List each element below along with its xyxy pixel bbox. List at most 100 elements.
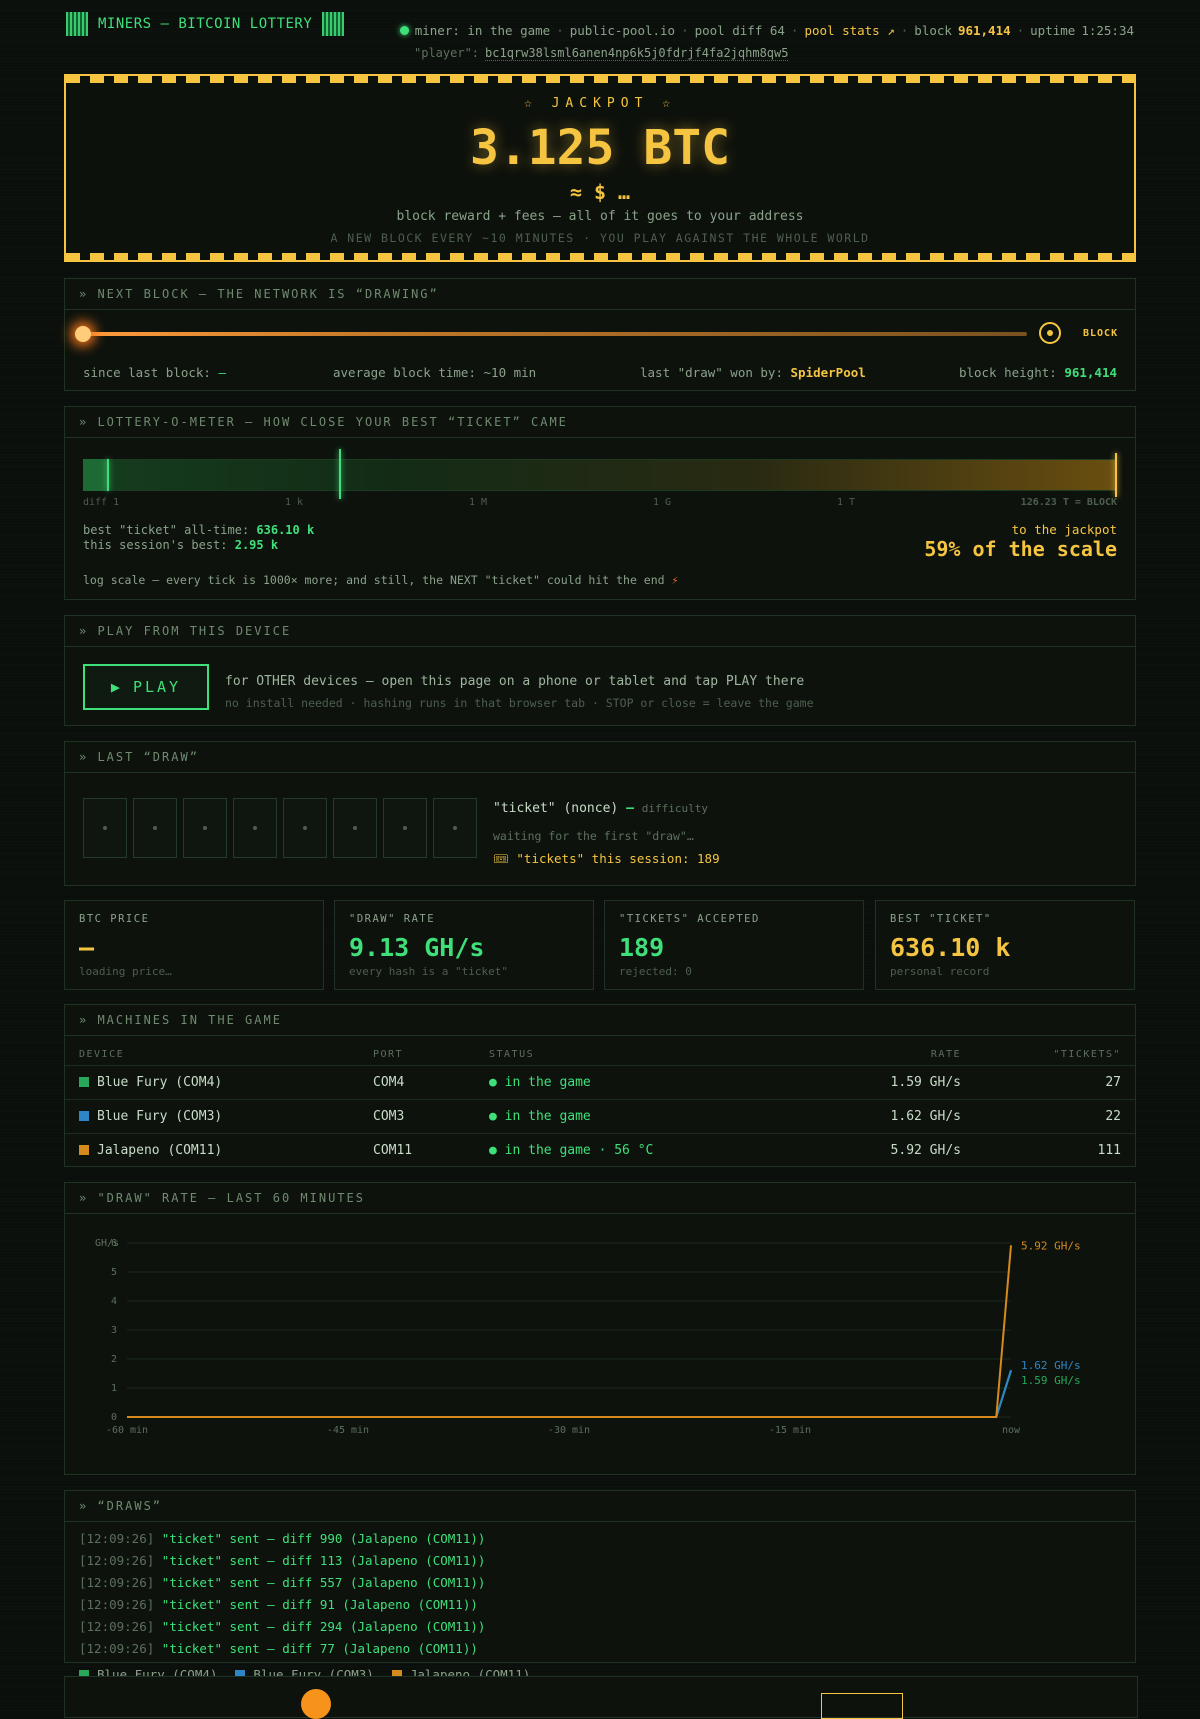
draws-log-panel: » “DRAWS” [12:09:26] "ticket" sent — dif…: [64, 1490, 1136, 1663]
log-timestamp: [12:09:26]: [79, 1553, 155, 1568]
ticket-icon: 🎟: [493, 851, 509, 866]
table-row[interactable]: Jalapeno (COM11) COM11 ● in the game · 5…: [65, 1133, 1135, 1168]
log-entry: [12:09:26] "ticket" sent — diff 294 (Jal…: [79, 1619, 485, 1634]
logo-text: MINERS — BITCOIN LOTTERY: [98, 16, 313, 32]
device-tickets: 27: [1105, 1075, 1121, 1090]
log-entry: [12:09:26] "ticket" sent — diff 990 (Jal…: [79, 1531, 485, 1546]
col-rate: RATE: [930, 1049, 961, 1060]
log-timestamp: [12:09:26]: [79, 1619, 155, 1634]
col-tickets: "TICKETS": [1053, 1049, 1121, 1060]
log-message: "ticket" sent — diff 990 (Jalapeno (COM1…: [161, 1531, 486, 1546]
block-target-label: BLOCK: [1083, 328, 1119, 339]
device-rate: 1.62 GH/s: [890, 1109, 961, 1124]
meter-end-label: 126.23 T = BLOCK: [1020, 497, 1117, 508]
device-rate: 5.92 GH/s: [890, 1143, 961, 1158]
meter-tick: 1 T: [837, 497, 856, 508]
nonce-line: "ticket" (nonce) — difficulty: [493, 801, 708, 816]
y-axis-label: GH/s: [95, 1238, 119, 1249]
pixel-block-icon: [322, 12, 345, 36]
panel-title: » NEXT BLOCK — THE NETWORK IS “DRAWING”: [65, 279, 1135, 310]
progress-track: [83, 332, 1027, 336]
play-button[interactable]: ▶ PLAY: [83, 664, 209, 710]
nonce-cell: [283, 798, 327, 858]
miner-status: miner: in the game: [414, 23, 551, 38]
log-timestamp: [12:09:26]: [79, 1531, 155, 1546]
log-message: "ticket" sent — diff 113 (Jalapeno (COM1…: [161, 1553, 486, 1568]
log-message: "ticket" sent — diff 294 (Jalapeno (COM1…: [161, 1619, 486, 1634]
color-swatch: [79, 1145, 89, 1155]
hazard-stripe: [66, 253, 1134, 260]
device-tickets: 111: [1097, 1143, 1121, 1158]
y-tick-label: 2: [111, 1354, 117, 1365]
best-ticket-marker: [339, 449, 341, 499]
draw-rate-chart: 0123456GH/s-60 min -45 min -30 min -15 min n…: [95, 1238, 1081, 1436]
meter-note: log scale — every tick is 1000× more; an…: [83, 573, 679, 587]
log-entry: [12:09:26] "ticket" sent — diff 91 (Jala…: [79, 1597, 478, 1612]
block-label: block: [914, 23, 952, 38]
x-tick-label: now: [1002, 1425, 1021, 1436]
series-end-label: 5.92 GH/s: [1021, 1239, 1081, 1252]
device-name: Blue Fury (COM4): [79, 1075, 222, 1090]
meter-tick: 1 k: [285, 497, 304, 508]
block-target-icon: [1039, 322, 1061, 344]
meter-start-fill: [83, 459, 107, 491]
x-tick-label: -15 min: [769, 1425, 811, 1436]
play-icon: ▶: [110, 678, 123, 696]
meter-tick: 1 G: [653, 497, 672, 508]
log-message: "ticket" sent — diff 557 (Jalapeno (COM1…: [161, 1575, 486, 1590]
stat-card-btc-price: BTC PRICE — loading price…: [64, 900, 324, 990]
online-dot-icon: [399, 26, 409, 35]
logo: MINERS — BITCOIN LOTTERY: [66, 12, 345, 36]
next-panel: [64, 1676, 1138, 1719]
nonce-cell: [433, 798, 477, 858]
table-row[interactable]: Blue Fury (COM4) COM4 ● in the game 1.59…: [65, 1065, 1135, 1100]
nonce-cell: [83, 798, 127, 858]
player-address[interactable]: bc1qrw38lsml6anen4np6k5j0fdrjf4fa2jqhm8q…: [485, 46, 789, 61]
series-line: [127, 1245, 1012, 1418]
panel-title: » LOTTERY-O-METER — HOW CLOSE YOUR BEST …: [65, 407, 1135, 438]
meter-bar: [83, 459, 1117, 491]
nonce-cell: [333, 798, 377, 858]
to-jackpot-label: to the jackpot: [1011, 522, 1117, 537]
device-name: Blue Fury (COM3): [79, 1109, 222, 1124]
uptime-value: 1:25:34: [1081, 23, 1134, 38]
pool-stats-link[interactable]: pool stats ↗: [804, 23, 894, 38]
y-tick-label: 1: [111, 1383, 117, 1394]
next-block-panel: » NEXT BLOCK — THE NETWORK IS “DRAWING” …: [64, 278, 1136, 391]
session-best: this session's best: 2.95 k: [83, 538, 279, 552]
play-button-label: PLAY: [132, 678, 182, 696]
draw-rate-chart-panel: » "DRAW" RATE — LAST 60 MINUTES 0123456G…: [64, 1182, 1136, 1682]
device-port: COM3: [373, 1109, 405, 1124]
uptime-label: uptime: [1030, 23, 1076, 38]
stat-card-best-ticket: BEST "TICKET" 636.10 k personal record: [875, 900, 1135, 990]
x-tick-label: -30 min: [548, 1425, 590, 1436]
y-tick-label: 3: [111, 1325, 117, 1336]
stat-card-tickets-accepted: "TICKETS" ACCEPTED 189 rejected: 0: [604, 900, 864, 990]
best-ticket-all-time: best "ticket" all-time: 636.10 k: [83, 523, 315, 537]
player-line: "player": bc1qrw38lsml6anen4np6k5j0fdrjf4…: [414, 46, 789, 61]
jackpot-usd: ≈ $ …: [569, 180, 631, 204]
hazard-stripe: [66, 76, 1134, 83]
last-draw-panel: » LAST “DRAW” "ticket" (nonce) — difficu…: [64, 741, 1136, 886]
device-port: COM4: [373, 1075, 405, 1090]
nonce-cell: [233, 798, 277, 858]
block-height: block height: 961,414: [958, 365, 1117, 380]
color-swatch: [79, 1077, 89, 1087]
panel-title: » "DRAW" RATE — LAST 60 MINUTES: [65, 1183, 1135, 1214]
device-tickets: 22: [1105, 1109, 1121, 1124]
color-swatch: [79, 1111, 89, 1121]
stat-card-draw-rate: "DRAW" RATE 9.13 GH/s every hash is a "t…: [334, 900, 594, 990]
series-line: [127, 1369, 1012, 1418]
pool-name: public-pool.io: [569, 23, 676, 38]
since-last-block: since last block: —: [83, 365, 226, 380]
log-message: "ticket" sent — diff 77 (Jalapeno (COM11…: [161, 1641, 478, 1656]
log-entry: [12:09:26] "ticket" sent — diff 77 (Jala…: [79, 1641, 478, 1656]
play-instructions: for OTHER devices — open this page on a …: [225, 674, 805, 689]
log-entry: [12:09:26] "ticket" sent — diff 113 (Jal…: [79, 1553, 485, 1568]
y-tick-label: 4: [111, 1296, 117, 1307]
nonce-cell: [383, 798, 427, 858]
waiting-text: waiting for the first "draw"…: [493, 829, 694, 843]
jackpot-panel: ☆ JACKPOT ☆ 3.125 BTC ≈ $ … block reward…: [64, 74, 1136, 262]
table-row[interactable]: Blue Fury (COM3) COM3 ● in the game 1.62…: [65, 1099, 1135, 1134]
session-best-marker: [107, 459, 109, 491]
